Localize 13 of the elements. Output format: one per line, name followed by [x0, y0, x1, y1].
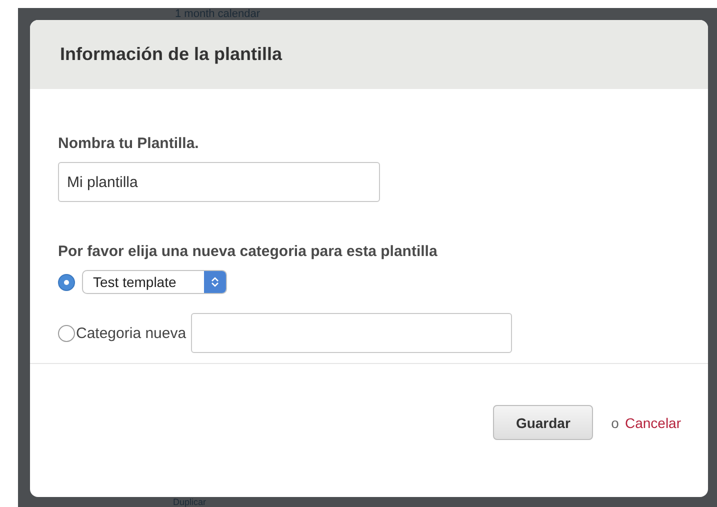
radio-button[interactable] [58, 274, 75, 290]
category-field[interactable] [191, 313, 512, 353]
cancel-link[interactable]: Cancelar [624, 414, 681, 430]
radio-button[interactable] [58, 324, 75, 342]
dialog-title: Información de la plantilla [60, 44, 282, 65]
option-label: Categoria nueva [76, 324, 186, 342]
separator-text: o [611, 414, 619, 430]
name-field[interactable]: Mi plantilla [58, 162, 380, 202]
save-button[interactable]: Guardar [493, 405, 594, 440]
category-select[interactable]: Test template [82, 270, 227, 294]
field-label: Nombra tu Plantilla. [58, 135, 200, 152]
dropdown-arrows-icon [204, 271, 226, 293]
field-label: Por favor elija una nueva categoria para esta plantilla [58, 243, 438, 260]
